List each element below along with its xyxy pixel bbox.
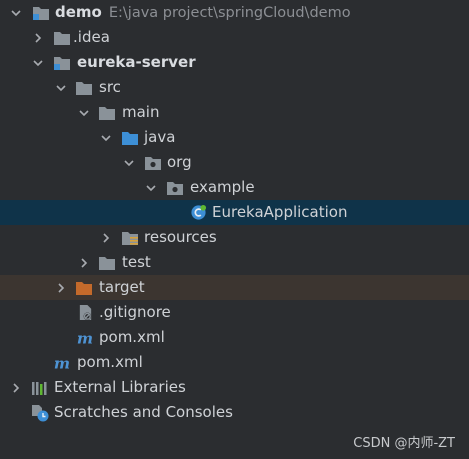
chevron-right-icon[interactable]	[53, 275, 69, 300]
tree-row-org[interactable]: org	[0, 150, 469, 175]
tree-label-scratches: Scratches and Consoles	[54, 403, 233, 421]
chevron-right-icon[interactable]	[76, 250, 92, 275]
tree-row-pom-root[interactable]: m pom.xml	[0, 350, 469, 375]
tree-path-demo: E:\java project\springCloud\demo	[108, 5, 351, 21]
scratches-icon	[31, 404, 49, 421]
tree-label-external-libraries: External Libraries	[54, 378, 186, 396]
tree-label-resources: resources	[144, 228, 217, 246]
tree-label-eureka-server: eureka-server	[77, 53, 196, 71]
watermark: CSDN @内师-ZT	[353, 436, 455, 451]
tree-row-gitignore[interactable]: .gitignore	[0, 300, 469, 325]
package-icon	[166, 179, 184, 196]
tree-label-src: src	[99, 78, 121, 96]
tree-row-example[interactable]: example	[0, 175, 469, 200]
tree-row-demo[interactable]: demo E:\java project\springCloud\demo	[0, 0, 469, 25]
project-tree: demo E:\java project\springCloud\demo .id…	[0, 0, 469, 425]
chevron-right-icon[interactable]	[98, 225, 114, 250]
tree-label-gitignore: .gitignore	[99, 303, 171, 321]
tree-label-test: test	[122, 253, 151, 271]
tree-label-eureka-application: EurekaApplication	[212, 203, 348, 221]
tree-row-pom-module[interactable]: m pom.xml	[0, 325, 469, 350]
chevron-down-icon[interactable]	[98, 125, 114, 150]
folder-icon	[98, 104, 116, 121]
libraries-icon	[31, 379, 49, 396]
gitignore-file-icon	[76, 304, 94, 321]
tree-label-idea: idea	[77, 28, 110, 46]
module-folder-icon	[53, 54, 71, 71]
module-folder-icon	[32, 4, 50, 21]
tree-row-test[interactable]: test	[0, 250, 469, 275]
tree-row-java[interactable]: java	[0, 125, 469, 150]
chevron-down-icon[interactable]	[8, 0, 24, 25]
chevron-right-icon[interactable]	[30, 25, 46, 50]
tree-label-target: target	[99, 278, 145, 296]
source-folder-icon	[121, 129, 139, 146]
resources-folder-icon	[121, 229, 139, 246]
tree-row-eureka-server[interactable]: eureka-server	[0, 50, 469, 75]
chevron-down-icon[interactable]	[143, 175, 159, 200]
chevron-down-icon[interactable]	[30, 50, 46, 75]
excluded-folder-icon	[75, 279, 93, 296]
tree-row-main[interactable]: main	[0, 100, 469, 125]
tree-label-main: main	[122, 103, 160, 121]
tree-label-demo: demo	[55, 3, 102, 21]
chevron-right-icon[interactable]	[8, 375, 24, 400]
tree-label-pom-module: pom.xml	[99, 328, 165, 346]
tree-label-java: java	[144, 128, 176, 146]
tree-row-idea[interactable]: .idea	[0, 25, 469, 50]
tree-row-resources[interactable]: resources	[0, 225, 469, 250]
svg-text:m: m	[54, 355, 70, 371]
tree-row-scratches[interactable]: Scratches and Consoles	[0, 400, 469, 425]
maven-icon: m	[53, 354, 71, 371]
tree-row-external-libraries[interactable]: External Libraries	[0, 375, 469, 400]
tree-row-eureka-application[interactable]: EurekaApplication	[0, 200, 469, 225]
tree-label-example: example	[190, 178, 255, 196]
chevron-down-icon[interactable]	[76, 100, 92, 125]
package-icon	[144, 154, 162, 171]
folder-icon	[98, 254, 116, 271]
tree-row-src[interactable]: src	[0, 75, 469, 100]
tree-label-org: org	[167, 153, 192, 171]
spring-boot-class-icon	[189, 204, 207, 221]
folder-icon	[53, 29, 71, 46]
svg-text:m: m	[77, 330, 93, 346]
tree-label-pom-root: pom.xml	[77, 353, 143, 371]
maven-icon: m	[76, 329, 94, 346]
folder-icon	[75, 79, 93, 96]
chevron-down-icon[interactable]	[121, 150, 137, 175]
tree-row-target[interactable]: target	[0, 275, 469, 300]
chevron-down-icon[interactable]	[53, 75, 69, 100]
